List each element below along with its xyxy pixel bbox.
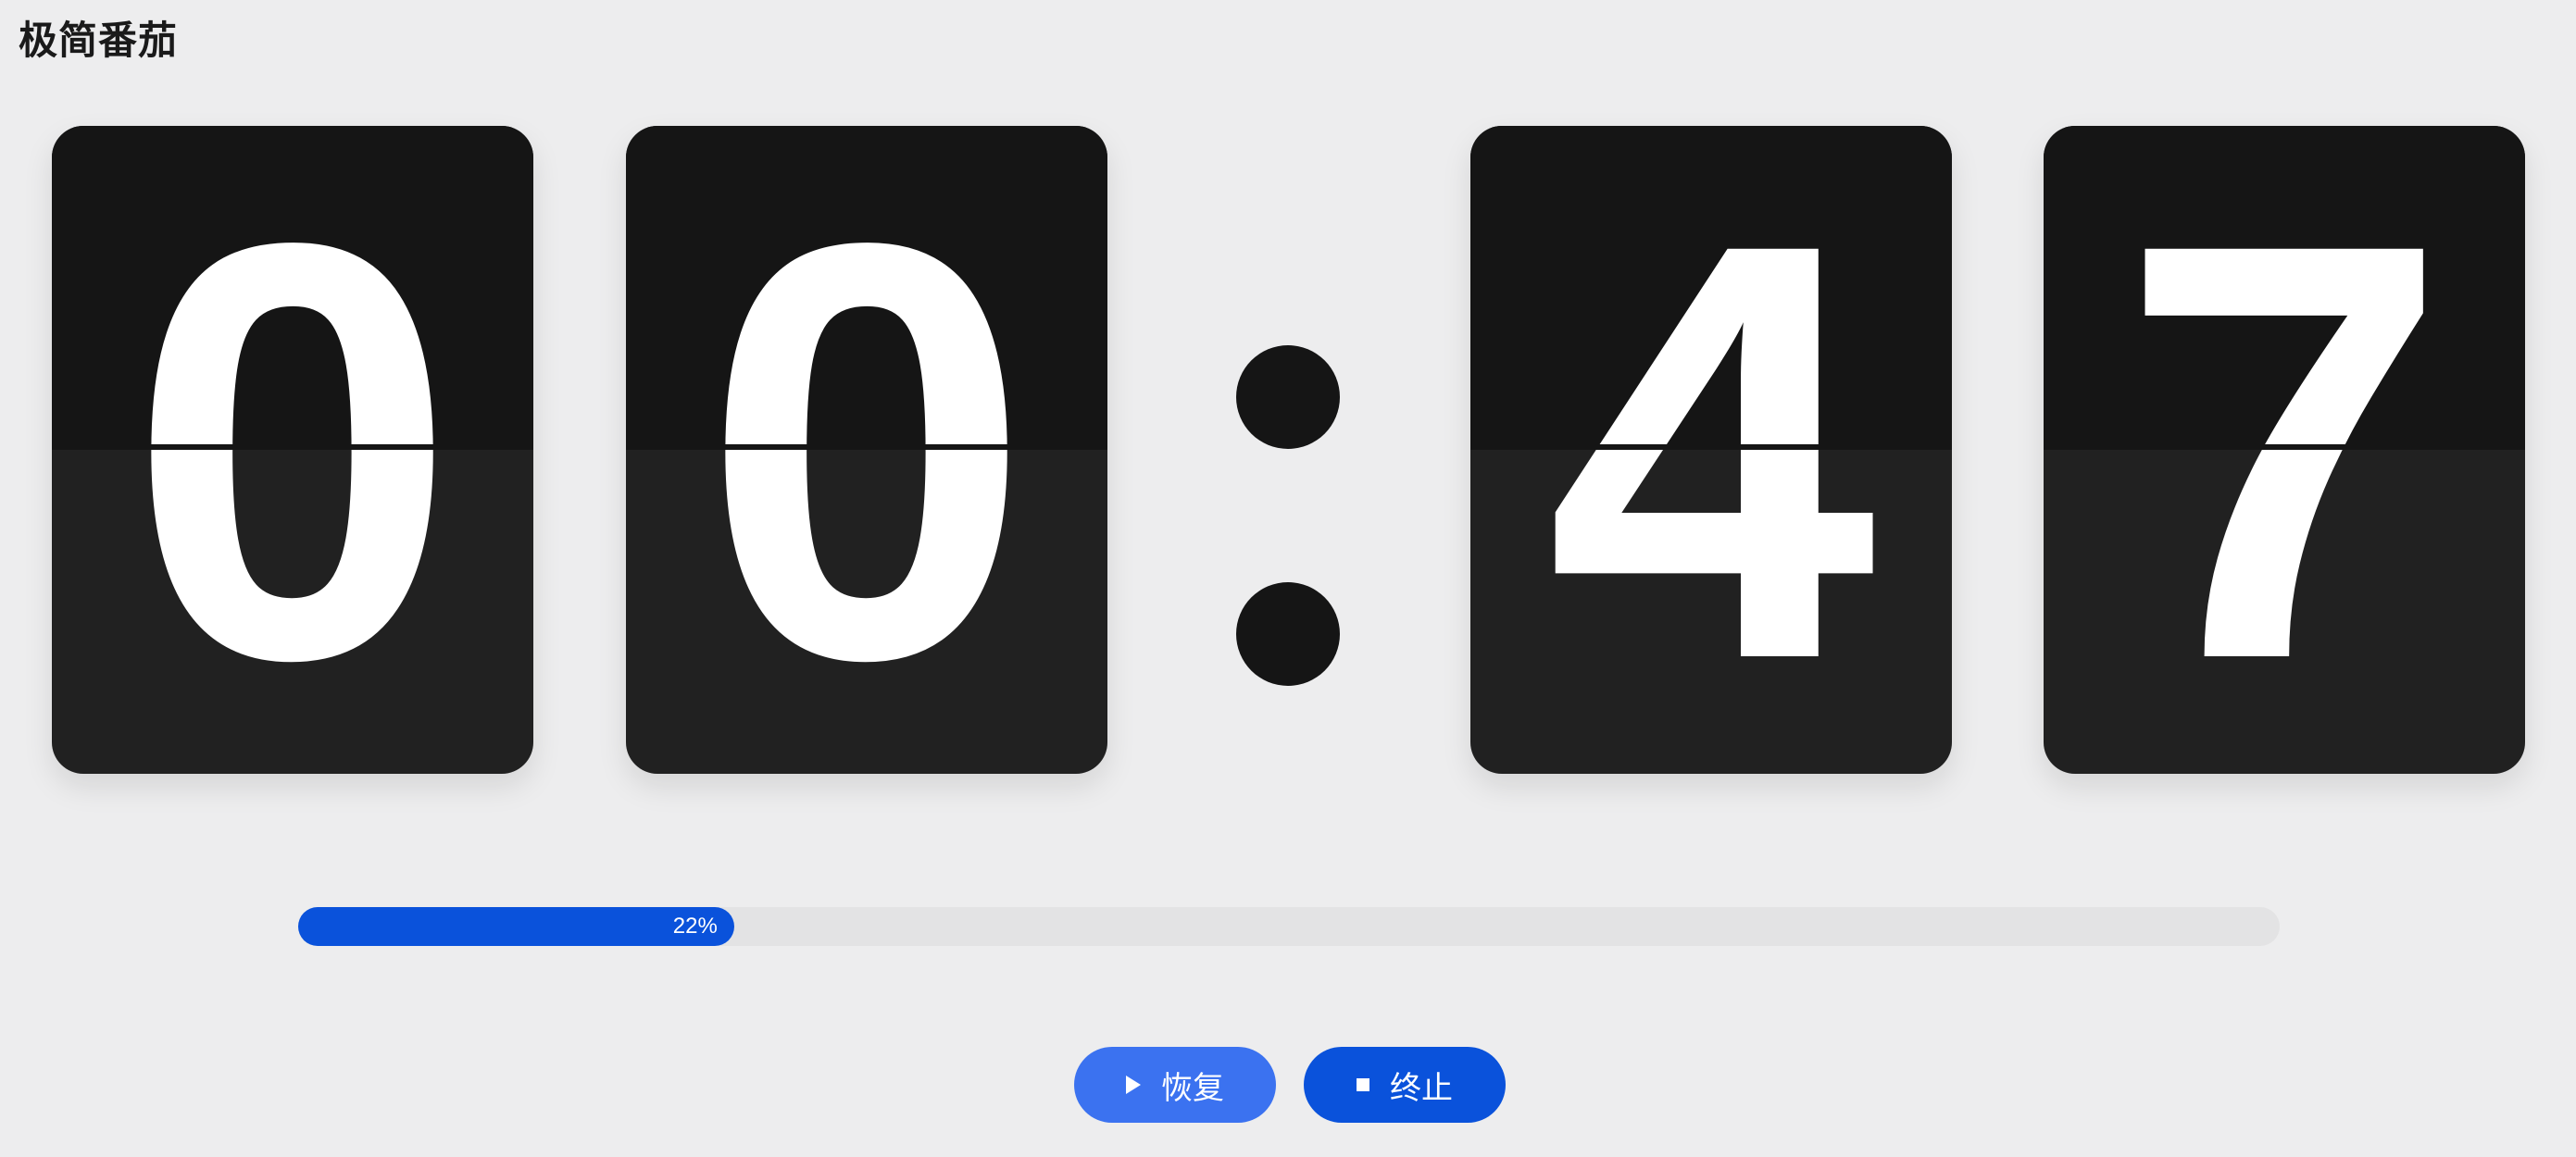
minutes-ones-digit: 0 [702, 126, 1032, 774]
card-hinge [2044, 444, 2525, 450]
minutes-tens-card: 0 [52, 126, 533, 774]
card-hinge [52, 444, 533, 450]
progress-label: 22% [672, 914, 718, 939]
minutes-ones-card: 0 [626, 126, 1107, 774]
card-hinge [1470, 444, 1952, 450]
progress-fill: 22% [298, 907, 734, 946]
card-hinge [626, 444, 1107, 450]
play-icon [1126, 1076, 1141, 1094]
minutes-tens-digit: 0 [128, 126, 457, 774]
seconds-tens-digit: 4 [1546, 126, 1876, 774]
seconds-tens-card: 4 [1470, 126, 1952, 774]
resume-button-label: 恢复 [1161, 1070, 1224, 1106]
stop-button-label: 终止 [1390, 1070, 1453, 1106]
progress-bar: 22% [298, 907, 2280, 946]
stop-button[interactable]: 终止 [1304, 1047, 1506, 1123]
stop-icon [1357, 1078, 1369, 1091]
app-title: 极简番茄 [19, 18, 179, 63]
colon-dot-bottom [1236, 582, 1340, 686]
seconds-ones-card: 7 [2044, 126, 2525, 774]
colon-dot-top [1236, 345, 1340, 449]
seconds-ones-digit: 7 [2120, 126, 2449, 774]
resume-button[interactable]: 恢复 [1074, 1047, 1276, 1123]
